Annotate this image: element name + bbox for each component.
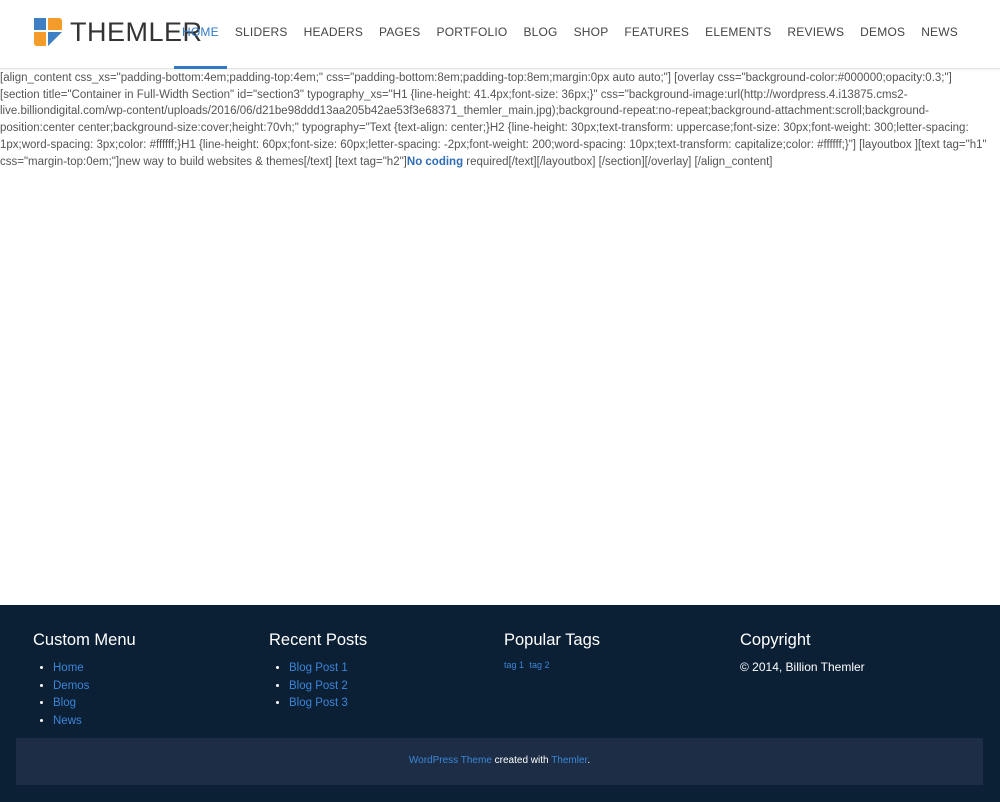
wordpress-theme-link[interactable]: WordPress Theme	[409, 755, 492, 766]
nav-sliders[interactable]: SLIDERS	[227, 0, 296, 68]
nav-home[interactable]: HOME	[174, 0, 227, 69]
nav-demos[interactable]: DEMOS	[852, 0, 913, 68]
menu-link-demos[interactable]: Demos	[53, 680, 89, 692]
popular-tags-widget: Popular Tags tag 1 tag 2	[504, 631, 724, 670]
shortcode-text-before: [align_content css_xs="padding-bottom:4e…	[0, 72, 987, 168]
footer-bottom-bar: WordPress Theme created with Themler.	[16, 738, 983, 785]
custom-menu-title: Custom Menu	[33, 631, 136, 649]
tag-link-2[interactable]: tag 2	[530, 660, 550, 670]
recent-posts-widget: Recent Posts Blog Post 1 Blog Post 2 Blo…	[269, 631, 489, 713]
page-content: [align_content css_xs="padding-bottom:4e…	[0, 70, 992, 170]
nav-pages[interactable]: PAGES	[371, 0, 428, 68]
site-footer: Custom Menu Home Demos Blog News Recent …	[0, 605, 1000, 802]
recent-posts-list: Blog Post 1 Blog Post 2 Blog Post 3	[269, 660, 489, 713]
post-link-1[interactable]: Blog Post 1	[289, 662, 348, 674]
copyright-title: Copyright	[740, 631, 811, 649]
list-item: Blog Post 1	[289, 660, 489, 678]
recent-posts-title: Recent Posts	[269, 631, 368, 649]
menu-link-blog[interactable]: Blog	[53, 697, 76, 709]
list-item: News	[53, 713, 253, 731]
list-item: Demos	[53, 678, 253, 696]
nav-elements[interactable]: ELEMENTS	[697, 0, 779, 68]
nav-headers[interactable]: HEADERS	[296, 0, 371, 68]
nav-reviews[interactable]: REVIEWS	[779, 0, 852, 68]
menu-link-home[interactable]: Home	[53, 662, 84, 674]
custom-menu-list: Home Demos Blog News	[33, 660, 253, 730]
nav-portfolio[interactable]: PORTFOLIO	[429, 0, 516, 68]
popular-tags-title: Popular Tags	[504, 631, 601, 649]
created-with-text: created with	[491, 755, 552, 766]
nav-features[interactable]: FEATURES	[616, 0, 697, 68]
list-item: Home	[53, 660, 253, 678]
tag-cloud: tag 1 tag 2	[504, 660, 724, 670]
custom-menu-widget: Custom Menu Home Demos Blog News	[33, 631, 253, 730]
no-coding-link[interactable]: No coding	[407, 156, 463, 168]
list-item: Blog Post 2	[289, 678, 489, 696]
nav-news[interactable]: NEWS	[913, 0, 966, 68]
period-text: .	[587, 755, 591, 766]
nav-shop[interactable]: SHOP	[566, 0, 617, 68]
list-item: Blog Post 3	[289, 695, 489, 713]
copyright-text: © 2014, Billion Themler	[740, 660, 865, 674]
copyright-widget: Copyright © 2014, Billion Themler	[740, 631, 960, 674]
site-header: THEMLER HOME SLIDERS HEADERS PAGES PORTF…	[0, 0, 1000, 69]
post-link-3[interactable]: Blog Post 3	[289, 697, 348, 709]
list-item: Blog	[53, 695, 253, 713]
tag-link-1[interactable]: tag 1	[504, 660, 524, 670]
menu-link-news[interactable]: News	[53, 715, 82, 727]
themler-link[interactable]: Themler	[551, 755, 587, 766]
shortcode-text-after: required[/text][/layoutbox] [/section][/…	[463, 155, 773, 168]
nav-blog[interactable]: BLOG	[515, 0, 565, 68]
themler-logo-icon	[32, 16, 64, 48]
main-nav: HOME SLIDERS HEADERS PAGES PORTFOLIO BLO…	[174, 0, 966, 69]
post-link-2[interactable]: Blog Post 2	[289, 680, 348, 692]
